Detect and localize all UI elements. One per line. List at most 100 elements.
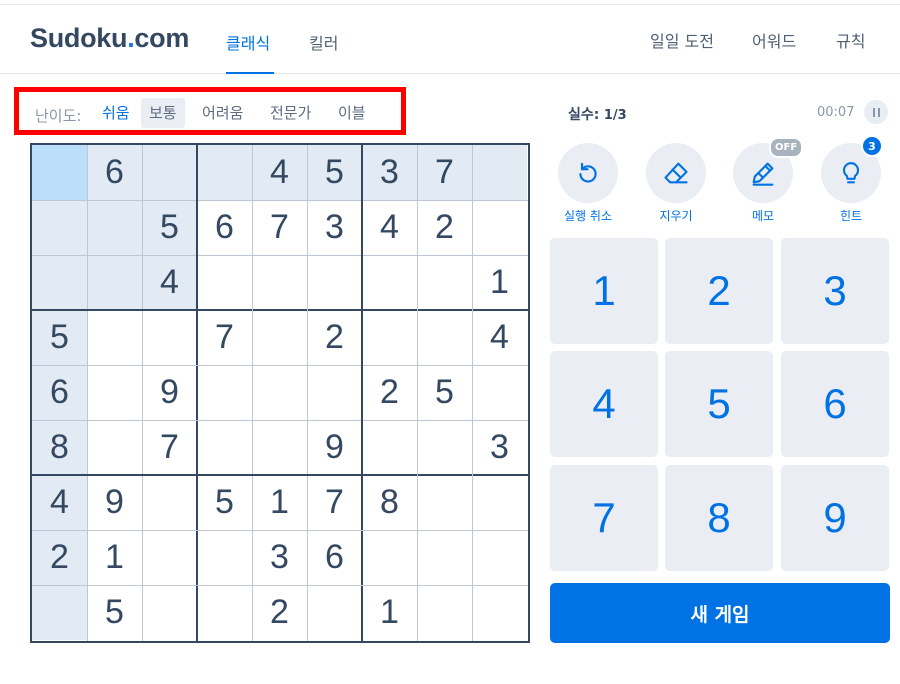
sudoku-cell[interactable] bbox=[472, 585, 527, 640]
numpad-button[interactable]: 6 bbox=[781, 351, 889, 457]
sudoku-cell[interactable] bbox=[472, 530, 527, 585]
difficulty-hard[interactable]: 어려움 bbox=[194, 98, 251, 128]
sudoku-cell[interactable] bbox=[32, 200, 87, 255]
sudoku-cell[interactable]: 6 bbox=[197, 200, 252, 255]
nav-awards[interactable]: 어워드 bbox=[752, 28, 796, 52]
sudoku-cell[interactable] bbox=[307, 585, 362, 640]
difficulty-medium[interactable]: 보통 bbox=[141, 98, 185, 128]
numpad-button[interactable]: 9 bbox=[781, 465, 889, 571]
sudoku-cell[interactable] bbox=[417, 310, 472, 365]
sudoku-cell[interactable]: 3 bbox=[252, 530, 307, 585]
sudoku-cell[interactable] bbox=[252, 255, 307, 310]
sudoku-cell[interactable]: 9 bbox=[142, 365, 197, 420]
sudoku-cell[interactable]: 1 bbox=[87, 530, 142, 585]
sudoku-cell[interactable] bbox=[87, 365, 142, 420]
sudoku-cell[interactable] bbox=[197, 365, 252, 420]
sudoku-cell[interactable]: 4 bbox=[32, 475, 87, 530]
sudoku-cell[interactable]: 5 bbox=[32, 310, 87, 365]
sudoku-cell[interactable] bbox=[417, 530, 472, 585]
sudoku-cell[interactable]: 1 bbox=[362, 585, 417, 640]
sudoku-cell[interactable]: 4 bbox=[362, 200, 417, 255]
numpad-button[interactable]: 5 bbox=[665, 351, 773, 457]
sudoku-cell[interactable] bbox=[142, 585, 197, 640]
sudoku-cell[interactable]: 2 bbox=[252, 585, 307, 640]
sudoku-cell[interactable] bbox=[87, 255, 142, 310]
sudoku-cell[interactable] bbox=[362, 255, 417, 310]
sudoku-cell[interactable] bbox=[252, 310, 307, 365]
difficulty-easy[interactable]: 쉬움 bbox=[94, 98, 138, 128]
sudoku-cell[interactable]: 1 bbox=[252, 475, 307, 530]
hint-button[interactable]: 3 힌트 bbox=[821, 135, 883, 224]
sudoku-cell[interactable] bbox=[307, 365, 362, 420]
sudoku-cell[interactable] bbox=[362, 530, 417, 585]
undo-button[interactable]: 실행 취소 bbox=[558, 143, 618, 224]
sudoku-cell[interactable] bbox=[32, 585, 87, 640]
sudoku-cell[interactable] bbox=[362, 310, 417, 365]
numpad-button[interactable]: 4 bbox=[550, 351, 658, 457]
erase-button[interactable]: 지우기 bbox=[646, 143, 706, 224]
new-game-button[interactable]: 새 게임 bbox=[550, 583, 890, 643]
sudoku-cell[interactable]: 5 bbox=[87, 585, 142, 640]
sudoku-cell[interactable] bbox=[87, 420, 142, 475]
sudoku-cell[interactable]: 9 bbox=[87, 475, 142, 530]
sudoku-cell[interactable]: 7 bbox=[197, 310, 252, 365]
sudoku-cell[interactable] bbox=[197, 530, 252, 585]
sudoku-cell[interactable] bbox=[472, 365, 527, 420]
numpad-button[interactable]: 1 bbox=[550, 238, 658, 344]
sudoku-cell[interactable] bbox=[252, 365, 307, 420]
nav-rules[interactable]: 규칙 bbox=[836, 28, 865, 52]
sudoku-cell[interactable]: 6 bbox=[32, 365, 87, 420]
sudoku-cell[interactable]: 4 bbox=[142, 255, 197, 310]
sudoku-cell[interactable] bbox=[197, 145, 252, 200]
sudoku-cell[interactable] bbox=[472, 200, 527, 255]
numpad-button[interactable]: 2 bbox=[665, 238, 773, 344]
logo[interactable]: Sudoku.com bbox=[30, 23, 189, 54]
sudoku-cell[interactable] bbox=[87, 310, 142, 365]
numpad-button[interactable]: 8 bbox=[665, 465, 773, 571]
sudoku-cell[interactable] bbox=[197, 255, 252, 310]
sudoku-cell[interactable]: 7 bbox=[142, 420, 197, 475]
sudoku-cell[interactable]: 2 bbox=[362, 365, 417, 420]
sudoku-cell[interactable] bbox=[307, 255, 362, 310]
sudoku-cell[interactable]: 3 bbox=[472, 420, 527, 475]
sudoku-cell[interactable]: 3 bbox=[307, 200, 362, 255]
sudoku-cell[interactable] bbox=[417, 475, 472, 530]
sudoku-cell[interactable]: 2 bbox=[32, 530, 87, 585]
sudoku-cell[interactable] bbox=[417, 585, 472, 640]
sudoku-cell[interactable]: 8 bbox=[32, 420, 87, 475]
sudoku-cell[interactable] bbox=[32, 255, 87, 310]
sudoku-cell[interactable] bbox=[252, 420, 307, 475]
sudoku-cell[interactable]: 1 bbox=[472, 255, 527, 310]
sudoku-cell[interactable]: 6 bbox=[307, 530, 362, 585]
sudoku-cell[interactable] bbox=[87, 200, 142, 255]
sudoku-cell[interactable] bbox=[362, 420, 417, 475]
sudoku-cell[interactable]: 8 bbox=[362, 475, 417, 530]
tab-classic[interactable]: 클래식 bbox=[226, 30, 270, 54]
nav-daily-challenge[interactable]: 일일 도전 bbox=[650, 28, 714, 52]
numpad-button[interactable]: 7 bbox=[550, 465, 658, 571]
sudoku-cell[interactable]: 6 bbox=[87, 145, 142, 200]
sudoku-cell[interactable]: 5 bbox=[417, 365, 472, 420]
tab-killer[interactable]: 킬러 bbox=[309, 30, 338, 54]
sudoku-cell[interactable]: 7 bbox=[252, 200, 307, 255]
sudoku-cell[interactable] bbox=[142, 145, 197, 200]
sudoku-cell[interactable] bbox=[142, 475, 197, 530]
numpad-button[interactable]: 3 bbox=[781, 238, 889, 344]
sudoku-cell[interactable]: 7 bbox=[417, 145, 472, 200]
sudoku-cell[interactable] bbox=[472, 475, 527, 530]
sudoku-cell[interactable]: 5 bbox=[197, 475, 252, 530]
sudoku-cell[interactable] bbox=[197, 420, 252, 475]
sudoku-cell[interactable] bbox=[197, 585, 252, 640]
sudoku-cell[interactable] bbox=[32, 145, 87, 200]
pause-button[interactable] bbox=[864, 100, 888, 124]
difficulty-evil[interactable]: 이블 bbox=[330, 98, 374, 128]
sudoku-cell[interactable]: 9 bbox=[307, 420, 362, 475]
sudoku-cell[interactable] bbox=[417, 420, 472, 475]
difficulty-expert[interactable]: 전문가 bbox=[262, 98, 319, 128]
sudoku-cell[interactable] bbox=[142, 310, 197, 365]
sudoku-cell[interactable]: 4 bbox=[472, 310, 527, 365]
sudoku-cell[interactable] bbox=[142, 530, 197, 585]
sudoku-cell[interactable] bbox=[417, 255, 472, 310]
sudoku-cell[interactable]: 2 bbox=[417, 200, 472, 255]
sudoku-cell[interactable]: 7 bbox=[307, 475, 362, 530]
